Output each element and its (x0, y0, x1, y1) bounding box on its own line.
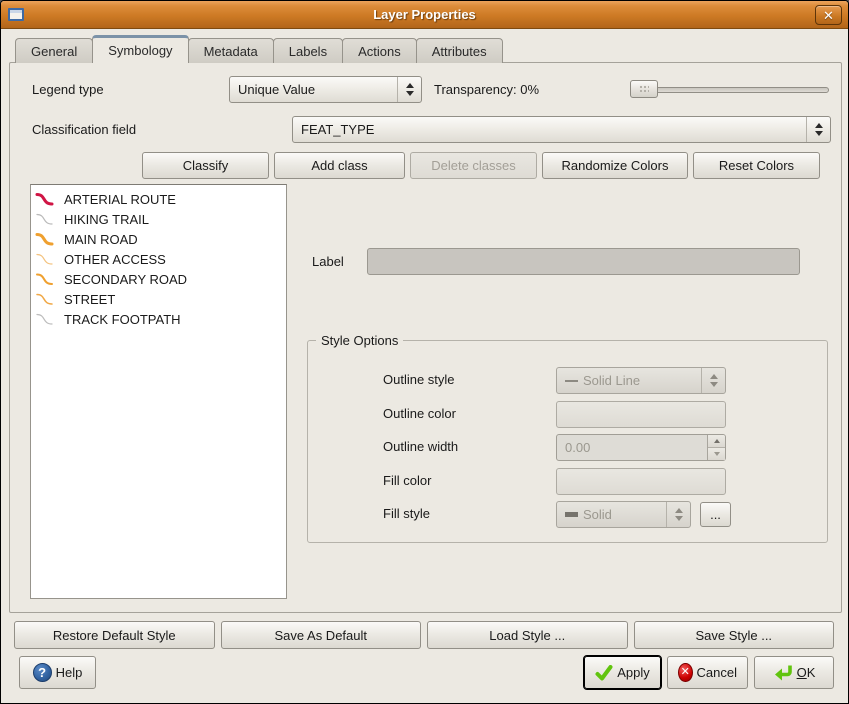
save-style-button[interactable]: Save Style ... (634, 621, 835, 649)
style-options-title: Style Options (316, 331, 403, 351)
line-symbol-icon (35, 231, 59, 247)
randomize-colors-button[interactable]: Randomize Colors (542, 152, 688, 179)
label-field-label: Label (312, 252, 344, 272)
spin-down-icon (708, 448, 725, 460)
spinner-buttons (707, 435, 725, 460)
outline-width-label: Outline width (383, 434, 458, 460)
label-input (367, 248, 800, 275)
class-list: ARTERIAL ROUTE HIKING TRAIL MAIN ROAD OT… (30, 184, 287, 599)
apply-check-icon (595, 665, 613, 681)
list-item[interactable]: TRACK FOOTPATH (31, 309, 286, 329)
legend-type-value: Unique Value (238, 82, 397, 97)
cancel-button-label: Cancel (697, 665, 737, 680)
list-item[interactable]: STREET (31, 289, 286, 309)
line-symbol-icon (35, 191, 59, 207)
list-item[interactable]: OTHER ACCESS (31, 249, 286, 269)
line-symbol-icon (35, 271, 59, 287)
fill-style-combo: Solid (556, 501, 691, 528)
transparency-label: Transparency: 0% (434, 80, 539, 100)
class-label: HIKING TRAIL (64, 212, 149, 227)
spin-up-icon (708, 435, 725, 448)
line-symbol-icon (35, 251, 59, 267)
line-symbol-icon (35, 311, 59, 327)
class-label: SECONDARY ROAD (64, 272, 187, 287)
fill-color-button (556, 468, 726, 495)
class-label: STREET (64, 292, 115, 307)
help-button[interactable]: ? Help (19, 656, 96, 689)
style-options-group: Style Options Outline style Solid Line O… (307, 340, 828, 543)
combo-arrows-icon (701, 368, 725, 393)
outline-style-combo: Solid Line (556, 367, 726, 394)
combo-arrows-icon (666, 502, 690, 527)
outline-style-label: Outline style (383, 367, 455, 393)
outline-color-button (556, 401, 726, 428)
save-as-default-button[interactable]: Save As Default (221, 621, 422, 649)
tab-attributes[interactable]: Attributes (416, 38, 503, 63)
delete-classes-button: Delete classes (410, 152, 537, 179)
tab-actions[interactable]: Actions (342, 38, 417, 63)
classify-button[interactable]: Classify (142, 152, 269, 179)
line-symbol-icon (35, 211, 59, 227)
symbology-panel: Legend type Unique Value Transparency: 0… (9, 62, 842, 613)
transparency-slider[interactable] (630, 80, 829, 98)
line-symbol-icon (35, 291, 59, 307)
classification-field-label: Classification field (32, 120, 136, 140)
fill-color-label: Fill color (383, 468, 431, 494)
classification-field-value: FEAT_TYPE (301, 122, 806, 137)
cancel-button[interactable]: ✕ Cancel (667, 656, 748, 689)
ok-button[interactable]: OK (754, 656, 834, 689)
close-button[interactable]: ✕ (815, 5, 842, 25)
window-title: Layer Properties (1, 7, 848, 22)
titlebar[interactable]: Layer Properties ✕ (1, 1, 848, 29)
outline-color-label: Outline color (383, 401, 456, 427)
apply-button-label: Apply (617, 665, 650, 680)
fill-style-more-button[interactable]: ... (700, 502, 731, 527)
tab-symbology[interactable]: Symbology (92, 35, 188, 63)
apply-button[interactable]: Apply (584, 656, 661, 689)
help-button-label: Help (56, 665, 83, 680)
list-item[interactable]: MAIN ROAD (31, 229, 286, 249)
legend-type-label: Legend type (32, 80, 104, 100)
ok-button-label: OK (797, 665, 816, 680)
tab-labels[interactable]: Labels (273, 38, 343, 63)
slider-grip-icon (639, 85, 649, 93)
window-icon (8, 8, 24, 21)
outline-style-value: Solid Line (583, 373, 701, 388)
combo-arrows-icon (397, 77, 421, 102)
classification-field-combo[interactable]: FEAT_TYPE (292, 116, 831, 143)
style-file-buttons: Restore Default Style Save As Default Lo… (14, 621, 834, 649)
legend-type-combo[interactable]: Unique Value (229, 76, 422, 103)
class-label: OTHER ACCESS (64, 252, 166, 267)
help-icon: ? (33, 663, 52, 682)
cancel-cross-icon: ✕ (678, 663, 693, 682)
ok-return-arrow-icon (773, 664, 793, 681)
solid-line-preview-icon (565, 380, 578, 382)
tab-general[interactable]: General (15, 38, 93, 63)
tab-bar: General Symbology Metadata Labels Action… (15, 36, 502, 63)
list-item[interactable]: SECONDARY ROAD (31, 269, 286, 289)
outline-width-value: 0.00 (557, 440, 707, 455)
reset-colors-button[interactable]: Reset Colors (693, 152, 820, 179)
restore-default-style-button[interactable]: Restore Default Style (14, 621, 215, 649)
layer-properties-dialog: Layer Properties ✕ General Symbology Met… (0, 0, 849, 704)
class-label: ARTERIAL ROUTE (64, 192, 176, 207)
load-style-button[interactable]: Load Style ... (427, 621, 628, 649)
class-label: TRACK FOOTPATH (64, 312, 181, 327)
solid-fill-preview-icon (565, 512, 578, 517)
combo-arrows-icon (806, 117, 830, 142)
list-item[interactable]: ARTERIAL ROUTE (31, 189, 286, 209)
slider-track[interactable] (630, 87, 829, 93)
fill-style-label: Fill style (383, 501, 430, 527)
slider-handle[interactable] (630, 80, 658, 98)
class-label: MAIN ROAD (64, 232, 138, 247)
add-class-button[interactable]: Add class (274, 152, 405, 179)
list-item[interactable]: HIKING TRAIL (31, 209, 286, 229)
close-icon: ✕ (823, 9, 834, 22)
tab-metadata[interactable]: Metadata (188, 38, 274, 63)
fill-style-value: Solid (583, 507, 666, 522)
outline-width-spinner: 0.00 (556, 434, 726, 461)
